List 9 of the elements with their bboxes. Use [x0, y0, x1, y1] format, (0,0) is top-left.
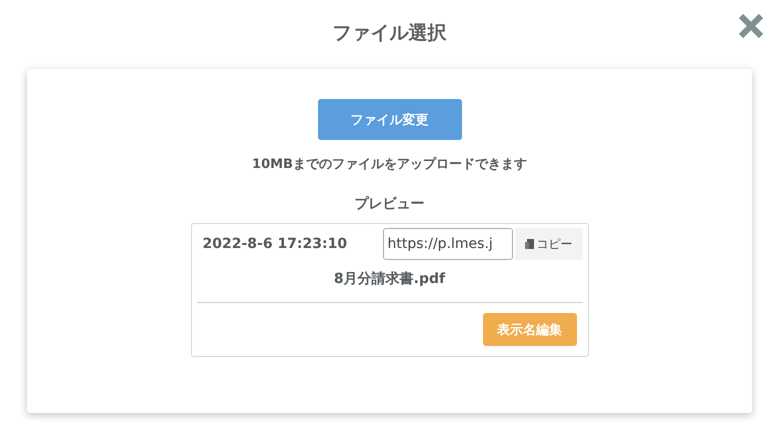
close-icon[interactable]	[737, 12, 765, 40]
timestamp: 2022-8-6 17:23:10	[202, 236, 348, 252]
clipboard-icon	[524, 238, 534, 250]
upload-note: 10MBまでのファイルをアップロードできます	[252, 156, 527, 173]
file-name: 8月分請求書.pdf	[332, 270, 446, 288]
preview-label: プレビュー	[354, 195, 424, 213]
copy-button[interactable]: コピー	[514, 228, 582, 260]
dialog-title: ファイル選択	[332, 21, 446, 45]
url-field[interactable]: https://p.lmes.j	[382, 228, 512, 260]
